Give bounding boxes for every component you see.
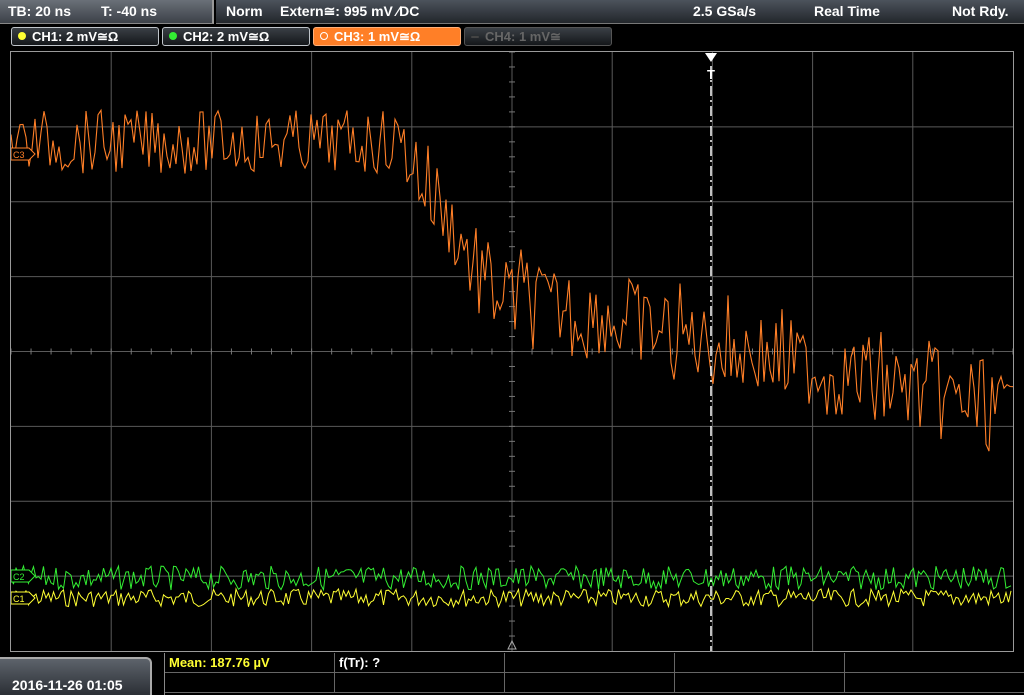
- channel-2-dot-icon: [169, 32, 177, 40]
- trigger-source-label: Extern≅: 995 mV ∕DC: [280, 3, 420, 19]
- channel-4-label: CH4: 1 mV≅: [485, 29, 561, 44]
- trigger-mode-label: Norm: [226, 3, 263, 19]
- channel-4-dash-icon: [471, 36, 479, 38]
- measurement-cell[interactable]: [675, 673, 845, 693]
- status-label: Not Rdy.: [952, 3, 1009, 19]
- channel-3-label: CH3: 1 mV≅Ω: [334, 29, 421, 44]
- measurement-table: Mean: 187.76 µV f(Tr): ?: [164, 653, 1024, 695]
- channel-1-button[interactable]: CH1: 2 mV≅Ω: [11, 27, 159, 46]
- channel-3-level-marker-label: C3: [13, 150, 25, 160]
- measurement-cell[interactable]: [675, 653, 845, 673]
- acq-mode-label: Real Time: [814, 3, 880, 19]
- channel-3-dot-icon: [320, 32, 328, 40]
- measurement-cell[interactable]: [505, 653, 675, 673]
- bottom-bar: 2016-11-26 01:05 Mean: 187.76 µV f(Tr): …: [0, 653, 1024, 695]
- measurement-cell[interactable]: [845, 673, 1024, 693]
- channel-2-label: CH2: 2 mV≅Ω: [183, 29, 270, 44]
- measurement-cell[interactable]: [845, 653, 1024, 673]
- channel-1-level-marker-label: C1: [13, 594, 25, 604]
- channel-2-trace: [11, 564, 1012, 592]
- sample-rate-label: 2.5 GSa/s: [693, 3, 757, 19]
- datetime-panel[interactable]: 2016-11-26 01:05: [0, 657, 152, 695]
- measurement-cell[interactable]: [335, 673, 505, 693]
- channel-1-label: CH1: 2 mV≅Ω: [32, 29, 119, 44]
- waveform-svg: T C3 C2 C1: [11, 52, 1013, 651]
- trigger-arrow-icon: [705, 53, 717, 62]
- rise-measurement[interactable]: f(Tr): ?: [335, 653, 505, 673]
- measurement-cell[interactable]: [505, 673, 675, 693]
- timebase-panel[interactable]: TB: 20 ns T: -40 ns: [0, 0, 214, 24]
- channel-bar: CH1: 2 mV≅Ω CH2: 2 mV≅Ω CH3: 1 mV≅Ω CH4:…: [0, 25, 1024, 47]
- channel-4-button[interactable]: CH4: 1 mV≅: [464, 27, 612, 46]
- mean-measurement[interactable]: Mean: 187.76 µV: [165, 653, 335, 673]
- channel-1-trace: [11, 587, 1012, 609]
- channel-1-dot-icon: [18, 32, 26, 40]
- timebase-label: TB: 20 ns: [8, 3, 72, 19]
- waveform-display[interactable]: T C3 C2 C1: [10, 51, 1014, 652]
- channel-3-button[interactable]: CH3: 1 mV≅Ω: [313, 27, 461, 46]
- channel-2-level-marker-label: C2: [13, 572, 25, 582]
- trigger-marker-label: T: [707, 67, 715, 82]
- measurement-cell[interactable]: [165, 673, 335, 693]
- datetime-label: 2016-11-26 01:05: [12, 677, 123, 693]
- status-bar[interactable]: Norm Extern≅: 995 mV ∕DC 2.5 GSa/s Real …: [216, 0, 1024, 24]
- channel-2-button[interactable]: CH2: 2 mV≅Ω: [162, 27, 310, 46]
- trigger-time-label: T: -40 ns: [101, 3, 158, 19]
- top-bar: TB: 20 ns T: -40 ns Norm Extern≅: 995 mV…: [0, 0, 1024, 24]
